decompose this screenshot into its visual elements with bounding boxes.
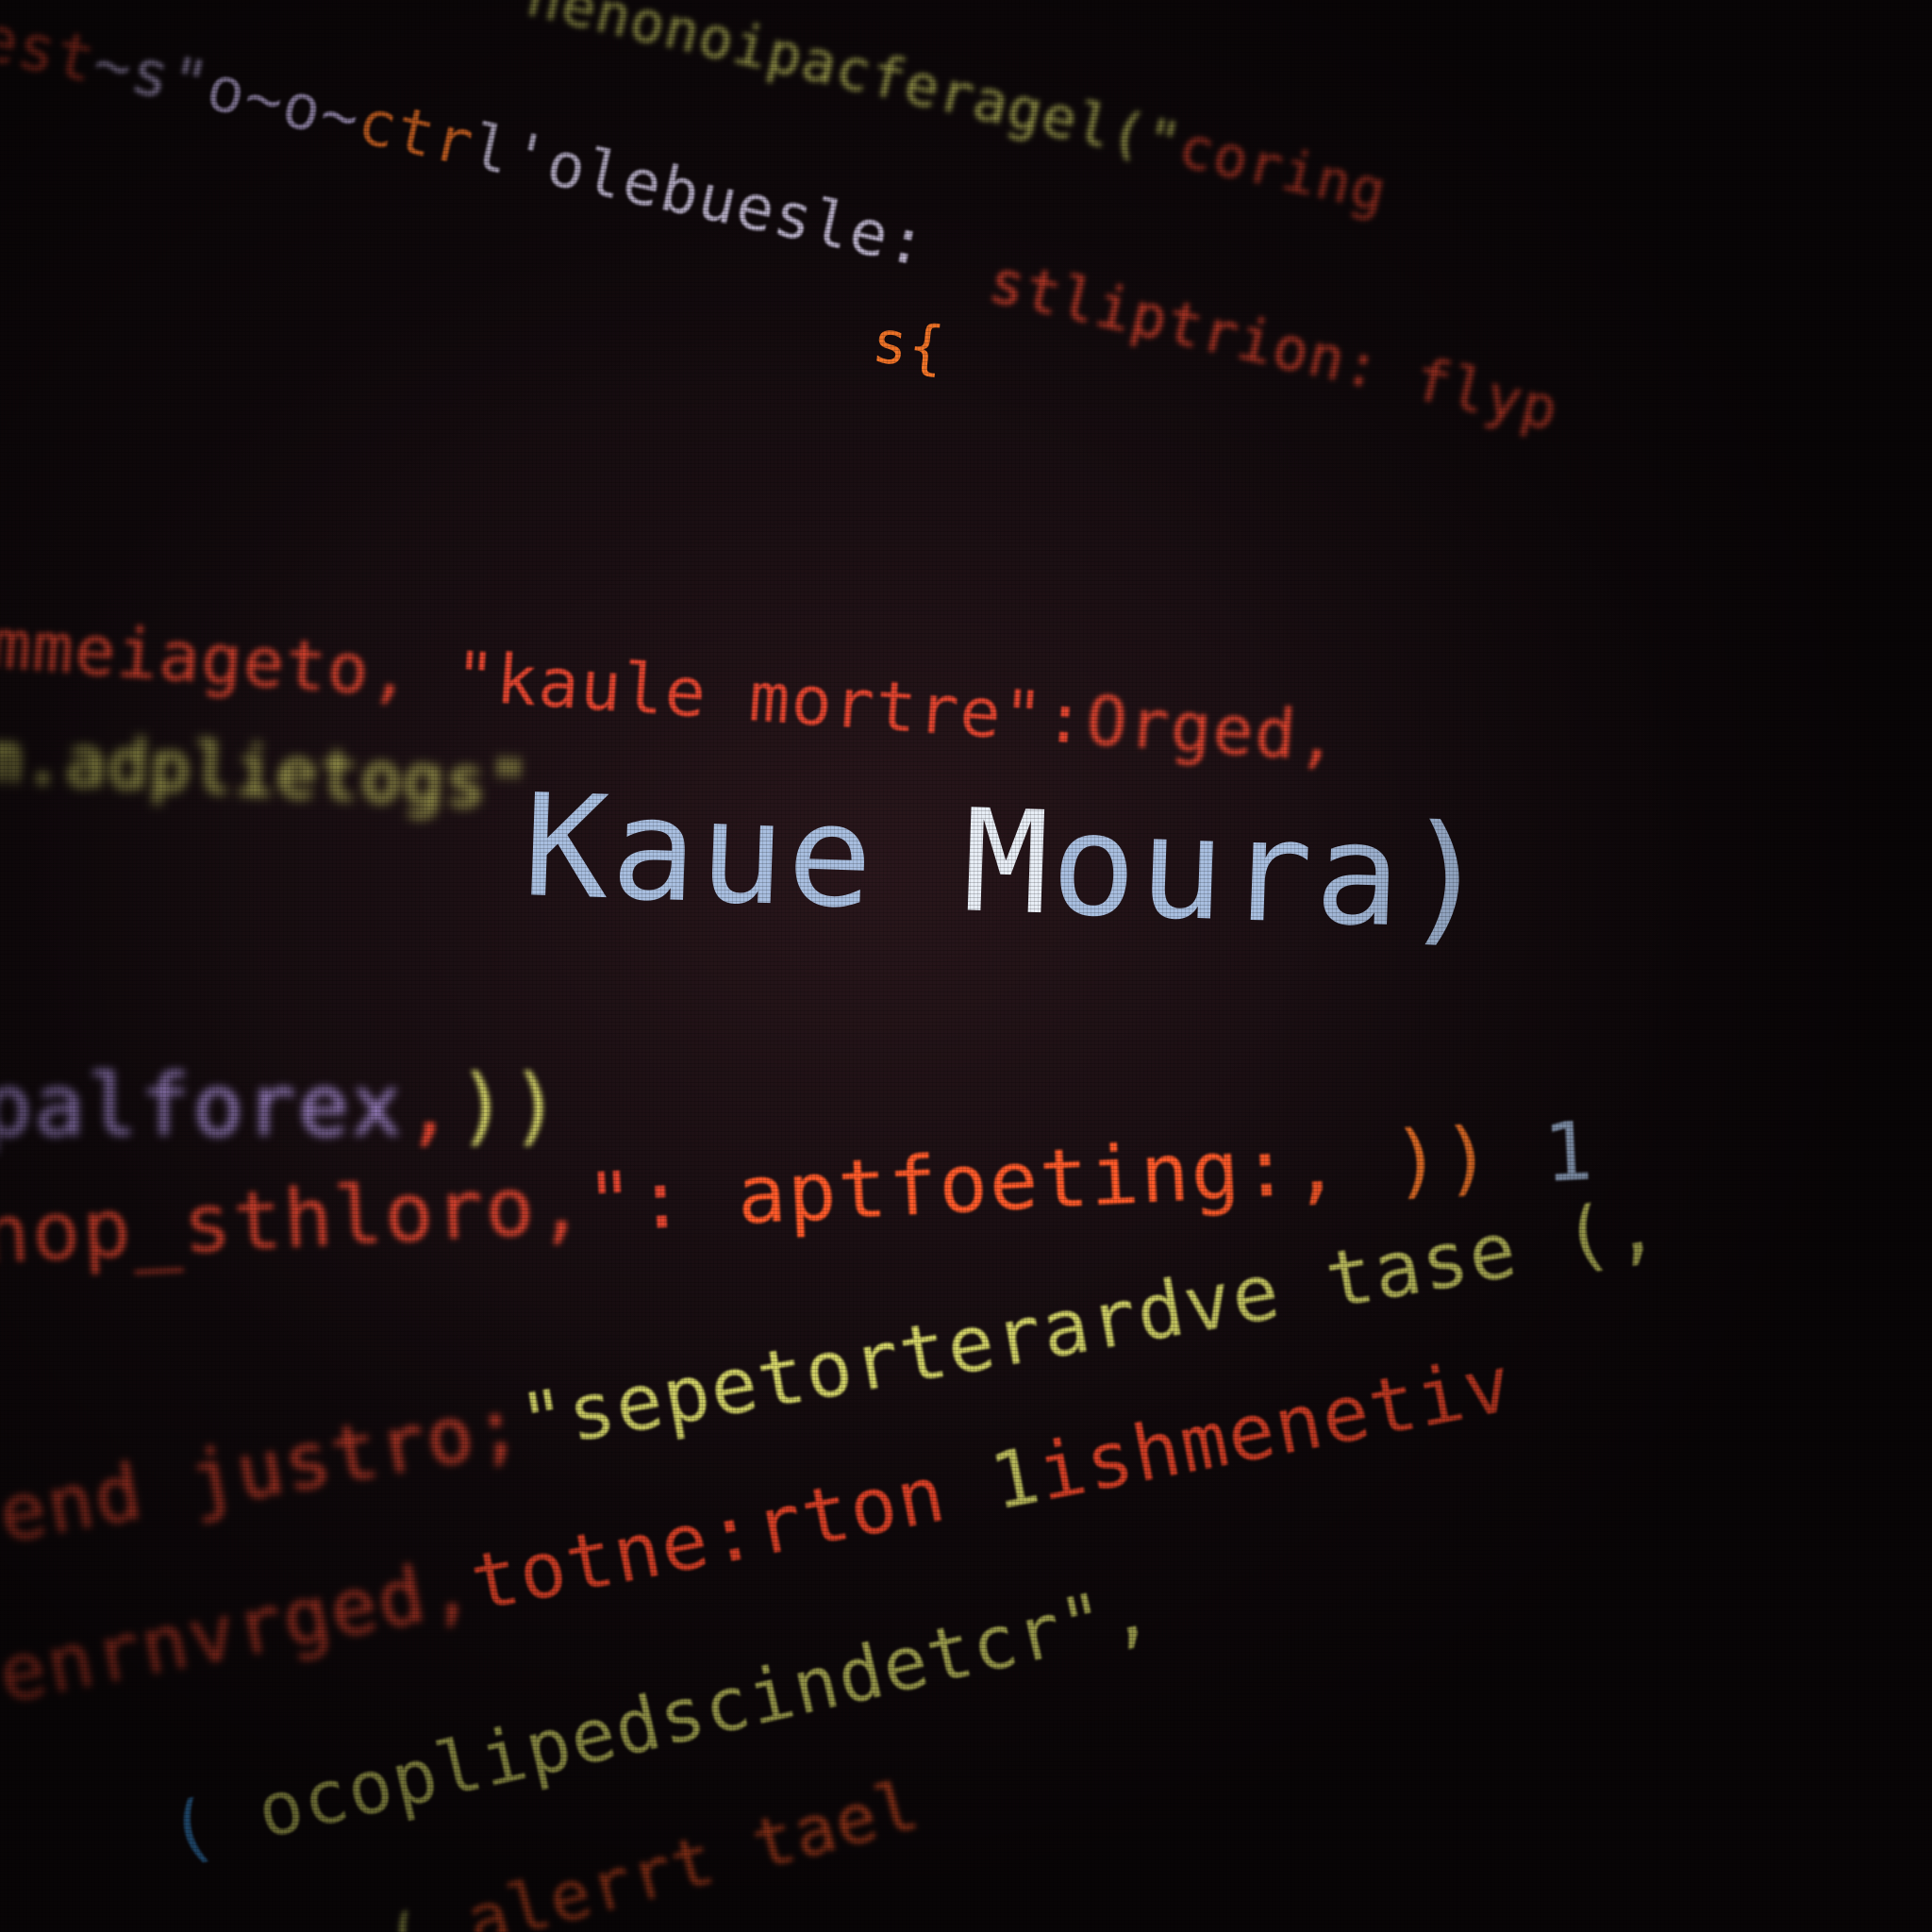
- code-token: s{: [869, 307, 949, 383]
- code-token: coring: [1173, 113, 1394, 226]
- code-line: stliptrion: flyp: [983, 246, 1566, 444]
- code-screen: henonoipacferagel("coring est~s"o~o~ctrl…: [0, 0, 1932, 1932]
- code-token: "kaule mortre":: [451, 636, 1090, 760]
- code-token: end justro;: [0, 1380, 529, 1561]
- code-token: palforex: [0, 1057, 404, 1156]
- code-token: est: [0, 0, 103, 97]
- code-token: ): [1400, 794, 1494, 962]
- code-token: ":: [583, 1151, 690, 1252]
- code-token: aptfoeting:,: [734, 1117, 1345, 1243]
- code-line: palforex,)): [0, 1057, 562, 1156]
- code-token: mmeiageto,: [0, 604, 415, 713]
- code-token: ctr: [351, 84, 481, 181]
- code-token: Orged,: [1083, 680, 1342, 777]
- code-token: stliptrion: flyp: [982, 245, 1566, 444]
- code-token: ,: [403, 1057, 457, 1156]
- code-token: oura: [1048, 782, 1407, 959]
- code-token: nop_sthloro,: [0, 1157, 589, 1283]
- code-token: 1: [1541, 1104, 1597, 1202]
- code-token: enrnvrged,: [0, 1541, 481, 1722]
- code-token: ~s": [86, 25, 216, 123]
- code-line: Kaue Moura): [521, 764, 1494, 962]
- code-token: )): [456, 1057, 562, 1156]
- code-token: )): [1390, 1109, 1496, 1209]
- code-token: l'olebuesle:: [464, 109, 935, 282]
- code-line: s{: [869, 307, 948, 383]
- code-token: o~o~: [200, 51, 368, 156]
- code-line: m.adplietogs": [0, 717, 532, 824]
- code-token: totne:rton: [463, 1449, 954, 1629]
- code-token: Kaue: [520, 764, 879, 941]
- code-token: m.adplietogs": [0, 717, 532, 825]
- code-token: M: [960, 779, 1055, 947]
